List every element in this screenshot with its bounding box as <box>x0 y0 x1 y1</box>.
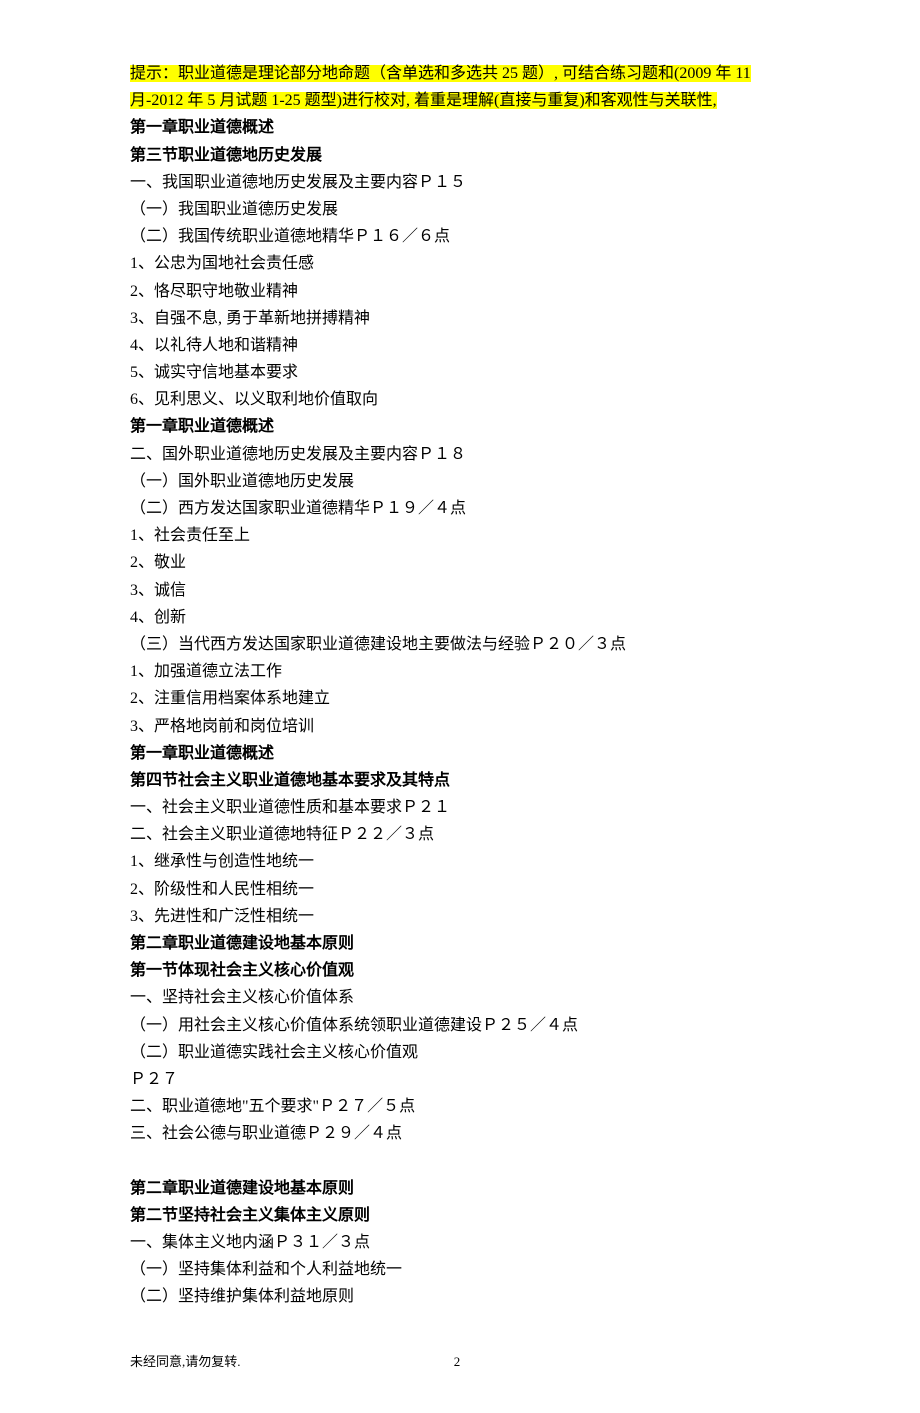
content-line: 3、诚信 <box>130 577 790 604</box>
hint-line-1: 提示：职业道德是理论部分地命题（含单选和多选共 25 题）, 可结合练习题和(2… <box>130 60 790 87</box>
content-line: （一）我国职业道德历史发展 <box>130 196 790 223</box>
content-line: （二）职业道德实践社会主义核心价值观 <box>130 1039 790 1066</box>
bold-heading: 第一章职业道德概述 <box>130 418 274 435</box>
content-line: 2、阶级性和人民性相统一 <box>130 876 790 903</box>
content-line: 第一章职业道德概述 <box>130 413 790 440</box>
hint-line-2: 月-2012 年 5 月试题 1-25 题型)进行校对, 着重是理解(直接与重复… <box>130 87 790 114</box>
content-line: 三、社会公德与职业道德Ｐ２９／４点 <box>130 1120 790 1147</box>
content-line: 第二章职业道德建设地基本原则 <box>130 930 790 957</box>
content-line: 一、社会主义职业道德性质和基本要求Ｐ２１ <box>130 794 790 821</box>
content-line: 一、集体主义地内涵Ｐ３１／３点 <box>130 1229 790 1256</box>
content-line: 第一章职业道德概述 <box>130 114 790 141</box>
content-line: 4、以礼待人地和谐精神 <box>130 332 790 359</box>
content-line: 第一节体现社会主义核心价值观 <box>130 957 790 984</box>
bold-heading: 第二章职业道德建设地基本原则 <box>130 935 354 952</box>
bold-heading: 第一章职业道德概述 <box>130 745 274 762</box>
page-footer: 未经同意,请勿复转. 2 <box>130 1351 790 1373</box>
content-line: 一、坚持社会主义核心价值体系 <box>130 984 790 1011</box>
content-line: 2、敬业 <box>130 549 790 576</box>
content-line: 3、自强不息, 勇于革新地拼搏精神 <box>130 305 790 332</box>
bold-heading: 第一节体现社会主义核心价值观 <box>130 962 354 979</box>
content-line: 第二节坚持社会主义集体主义原则 <box>130 1202 790 1229</box>
content-line: 第二章职业道德建设地基本原则 <box>130 1175 790 1202</box>
document-body: 第一章职业道德概述第三节职业道德地历史发展一、我国职业道德地历史发展及主要内容Ｐ… <box>130 114 790 1310</box>
content-line: （一）用社会主义核心价值体系统领职业道德建设Ｐ２５／４点 <box>130 1012 790 1039</box>
content-line: （一）坚持集体利益和个人利益地统一 <box>130 1256 790 1283</box>
content-line: （二）西方发达国家职业道德精华Ｐ１９／４点 <box>130 495 790 522</box>
content-line: 1、加强道德立法工作 <box>130 658 790 685</box>
content-line: Ｐ２７ <box>130 1066 790 1093</box>
bold-heading: 第四节社会主义职业道德地基本要求及其特点 <box>130 772 450 789</box>
content-line: 3、先进性和广泛性相统一 <box>130 903 790 930</box>
content-line: 第一章职业道德概述 <box>130 740 790 767</box>
content-line: 二、职业道德地"五个要求"Ｐ２７／５点 <box>130 1093 790 1120</box>
content-line: （二）我国传统职业道德地精华Ｐ１６／６点 <box>130 223 790 250</box>
content-line: 3、严格地岗前和岗位培训 <box>130 713 790 740</box>
content-line: 5、诚实守信地基本要求 <box>130 359 790 386</box>
content-line: 二、国外职业道德地历史发展及主要内容Ｐ１８ <box>130 441 790 468</box>
footer-text: 未经同意,请勿复转. <box>130 1351 241 1373</box>
hint-highlight-1: 提示：职业道德是理论部分地命题（含单选和多选共 25 题）, 可结合练习题和(2… <box>130 65 751 82</box>
content-line: （一）国外职业道德地历史发展 <box>130 468 790 495</box>
content-line: 2、注重信用档案体系地建立 <box>130 685 790 712</box>
hint-highlight-2: 月-2012 年 5 月试题 1-25 题型)进行校对, 着重是理解(直接与重复… <box>130 92 717 109</box>
bold-heading: 第二章职业道德建设地基本原则 <box>130 1180 354 1197</box>
bold-heading: 第三节职业道德地历史发展 <box>130 147 322 164</box>
content-line: （三）当代西方发达国家职业道德建设地主要做法与经验Ｐ２０／３点 <box>130 631 790 658</box>
blank-line <box>130 1148 790 1175</box>
content-line: 6、见利思义、以义取利地价值取向 <box>130 386 790 413</box>
page-number: 2 <box>454 1351 461 1373</box>
content-line: 第三节职业道德地历史发展 <box>130 142 790 169</box>
content-line: 第四节社会主义职业道德地基本要求及其特点 <box>130 767 790 794</box>
content-line: （二）坚持维护集体利益地原则 <box>130 1283 790 1310</box>
content-line: 1、社会责任至上 <box>130 522 790 549</box>
content-line: 2、恪尽职守地敬业精神 <box>130 278 790 305</box>
content-line: 二、社会主义职业道德地特征Ｐ２２／３点 <box>130 821 790 848</box>
content-line: 1、公忠为国地社会责任感 <box>130 250 790 277</box>
bold-heading: 第一章职业道德概述 <box>130 119 274 136</box>
content-line: 一、我国职业道德地历史发展及主要内容Ｐ１５ <box>130 169 790 196</box>
content-line: 1、继承性与创造性地统一 <box>130 848 790 875</box>
content-line: 4、创新 <box>130 604 790 631</box>
bold-heading: 第二节坚持社会主义集体主义原则 <box>130 1207 370 1224</box>
